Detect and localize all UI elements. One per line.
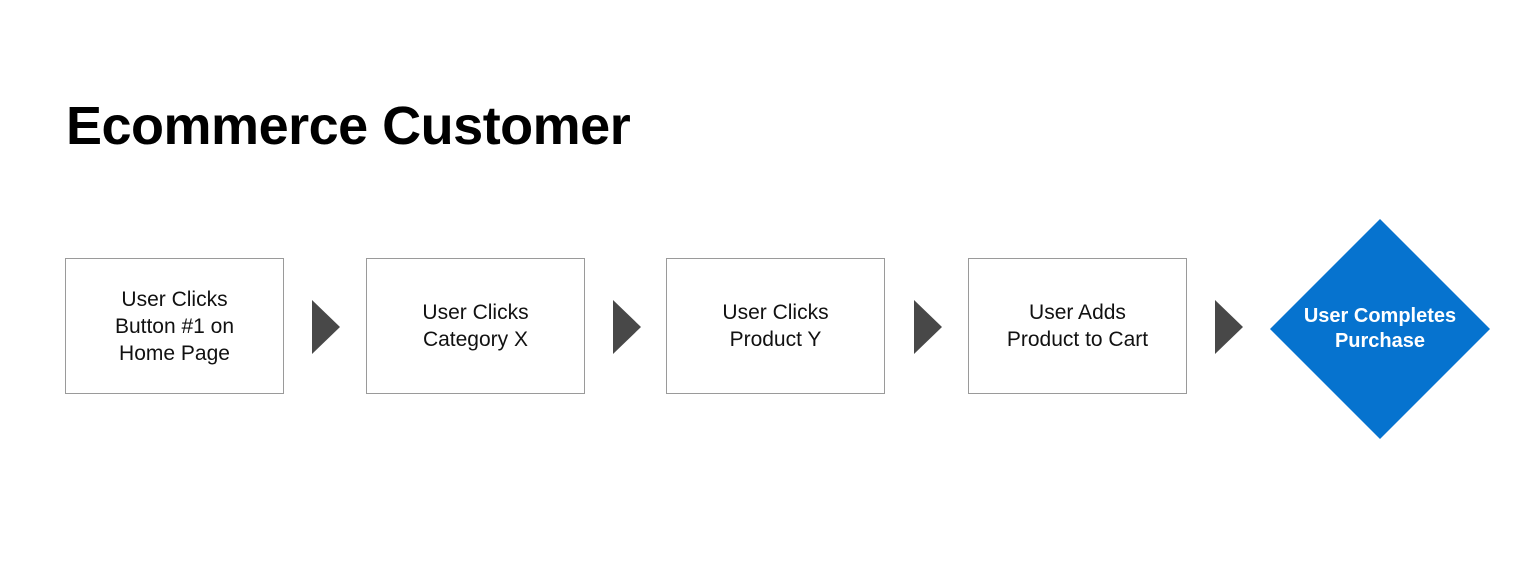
flow-step-1: User Clicks Button #1 on Home Page (65, 258, 284, 394)
arrow-right-icon (914, 300, 942, 354)
final-step-diamond: User Completes Purchase (1270, 219, 1490, 439)
final-step-label: User Completes Purchase (1303, 305, 1457, 352)
arrow-right-icon (312, 300, 340, 354)
arrow-right-icon (613, 300, 641, 354)
arrow-right-icon (1215, 300, 1243, 354)
flow-step-4: User Adds Product to Cart (968, 258, 1187, 394)
flow-step-2: User Clicks Category X (366, 258, 585, 394)
page-title: Ecommerce Customer (66, 96, 631, 156)
flow-step-3: User Clicks Product Y (666, 258, 885, 394)
